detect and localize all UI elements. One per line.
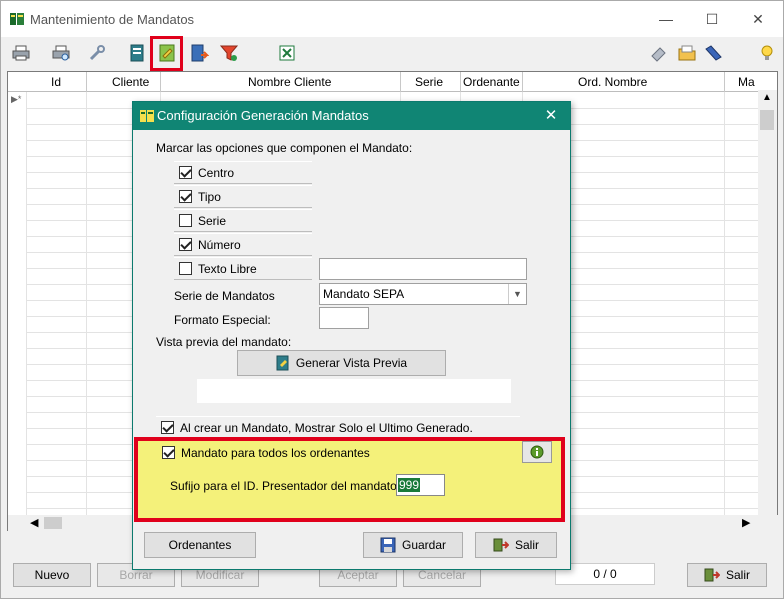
guardar-button[interactable]: Guardar: [363, 532, 463, 558]
texto-libre-label: Texto Libre: [198, 261, 257, 276]
chevron-down-icon[interactable]: ▼: [508, 284, 526, 304]
serie-mandatos-label: Serie de Mandatos: [174, 289, 275, 303]
guardar-label: Guardar: [401, 538, 447, 552]
formato-especial-label: Formato Especial:: [174, 313, 271, 327]
ordenantes-label: Ordenantes: [168, 538, 232, 552]
numero-label: Número: [198, 237, 241, 252]
app-logo-icon: [10, 13, 24, 25]
vertical-scroll-thumb[interactable]: [760, 110, 774, 130]
scroll-left-icon[interactable]: ◀: [30, 516, 38, 529]
main-salir-label: Salir: [725, 568, 750, 582]
column-header-ord-nombre[interactable]: Ord. Nombre: [578, 75, 647, 89]
serie-checkbox[interactable]: [179, 214, 192, 227]
horizontal-scroll-thumb[interactable]: [44, 517, 62, 529]
numero-checkbox[interactable]: [179, 238, 192, 251]
dialog-close-button[interactable]: ✕: [539, 106, 563, 126]
ruler-icon[interactable]: [703, 43, 723, 63]
column-header-ma[interactable]: Ma: [738, 75, 755, 89]
preview-output: [197, 379, 511, 403]
dialog-logo-icon: [140, 110, 154, 122]
option-numero[interactable]: Número: [174, 233, 312, 256]
title-bar: Mantenimiento de Mandatos — ☐ ✕: [1, 1, 783, 37]
ordenantes-button[interactable]: Ordenantes: [144, 532, 256, 558]
last-generated-label: Al crear un Mandato, Mostrar Solo el Ult…: [180, 420, 473, 435]
scroll-right-icon[interactable]: ▶: [742, 516, 750, 529]
option-texto-libre[interactable]: Texto Libre: [174, 257, 312, 280]
last-generated-checkbox[interactable]: [161, 421, 174, 434]
generar-vista-previa-label: Generar Vista Previa: [295, 356, 408, 370]
option-last-generated[interactable]: Al crear un Mandato, Mostrar Solo el Ult…: [156, 416, 520, 439]
centro-label: Centro: [198, 165, 235, 180]
highlight-frame-dialog: [134, 437, 565, 522]
serie-mandatos-value: Mandato SEPA: [323, 287, 405, 301]
lightbulb-icon[interactable]: [757, 43, 777, 63]
exit-door-icon: [704, 568, 720, 582]
grid-header: Id Cliente Nombre Cliente Serie Ordenant…: [8, 72, 758, 92]
texto-libre-input[interactable]: [319, 258, 527, 280]
window-title: Mantenimiento de Mandatos: [30, 12, 195, 27]
dialog-salir-label: Salir: [514, 538, 539, 552]
main-salir-button[interactable]: Salir: [687, 563, 767, 587]
option-tipo[interactable]: Tipo: [174, 185, 312, 208]
options-label: Marcar las opciones que componen el Mand…: [156, 141, 413, 155]
column-header-cliente[interactable]: Cliente: [112, 75, 149, 89]
document-icon[interactable]: [127, 43, 147, 63]
tipo-label: Tipo: [198, 189, 221, 204]
column-header-serie[interactable]: Serie: [415, 75, 443, 89]
minimize-button[interactable]: —: [646, 5, 686, 33]
exit-door-icon: [493, 538, 509, 552]
excel-icon[interactable]: [277, 43, 297, 63]
generar-vista-previa-button[interactable]: Generar Vista Previa: [237, 350, 446, 376]
option-serie[interactable]: Serie: [174, 209, 312, 232]
maximize-button[interactable]: ☐: [692, 5, 732, 33]
print-preview-icon[interactable]: [51, 43, 71, 63]
dialog-title: Configuración Generación Mandatos: [157, 108, 369, 123]
option-centro[interactable]: Centro: [174, 161, 312, 184]
vista-previa-label: Vista previa del mandato:: [156, 335, 292, 349]
close-button[interactable]: ✕: [738, 5, 778, 33]
printer-icon[interactable]: [11, 43, 31, 63]
highlight-frame-toolbar: [150, 36, 183, 71]
open-folder-icon[interactable]: [677, 43, 697, 63]
dialog-title-bar: Configuración Generación Mandatos ✕: [133, 102, 570, 130]
scroll-up-icon[interactable]: ▲: [762, 92, 772, 103]
texto-libre-checkbox[interactable]: [179, 262, 192, 275]
dialog-salir-button[interactable]: Salir: [475, 532, 557, 558]
tipo-checkbox[interactable]: [179, 190, 192, 203]
column-header-nombre-cliente[interactable]: Nombre Cliente: [248, 75, 331, 89]
save-icon: [380, 537, 396, 553]
formato-especial-input[interactable]: [319, 307, 369, 329]
serie-label: Serie: [198, 213, 227, 228]
export-document-icon[interactable]: [189, 43, 209, 63]
nuevo-button[interactable]: Nuevo: [13, 563, 91, 587]
centro-checkbox[interactable]: [179, 166, 192, 179]
vertical-scrollbar[interactable]: ▲: [758, 90, 777, 516]
eraser-icon[interactable]: [649, 43, 669, 63]
column-header-ordenante[interactable]: Ordenante: [463, 75, 520, 89]
filter-icon[interactable]: [219, 43, 239, 63]
document-icon: [276, 355, 289, 371]
wrench-icon[interactable]: [87, 43, 107, 63]
column-header-id[interactable]: Id: [51, 75, 61, 89]
serie-mandatos-select[interactable]: Mandato SEPA ▼: [319, 283, 527, 305]
